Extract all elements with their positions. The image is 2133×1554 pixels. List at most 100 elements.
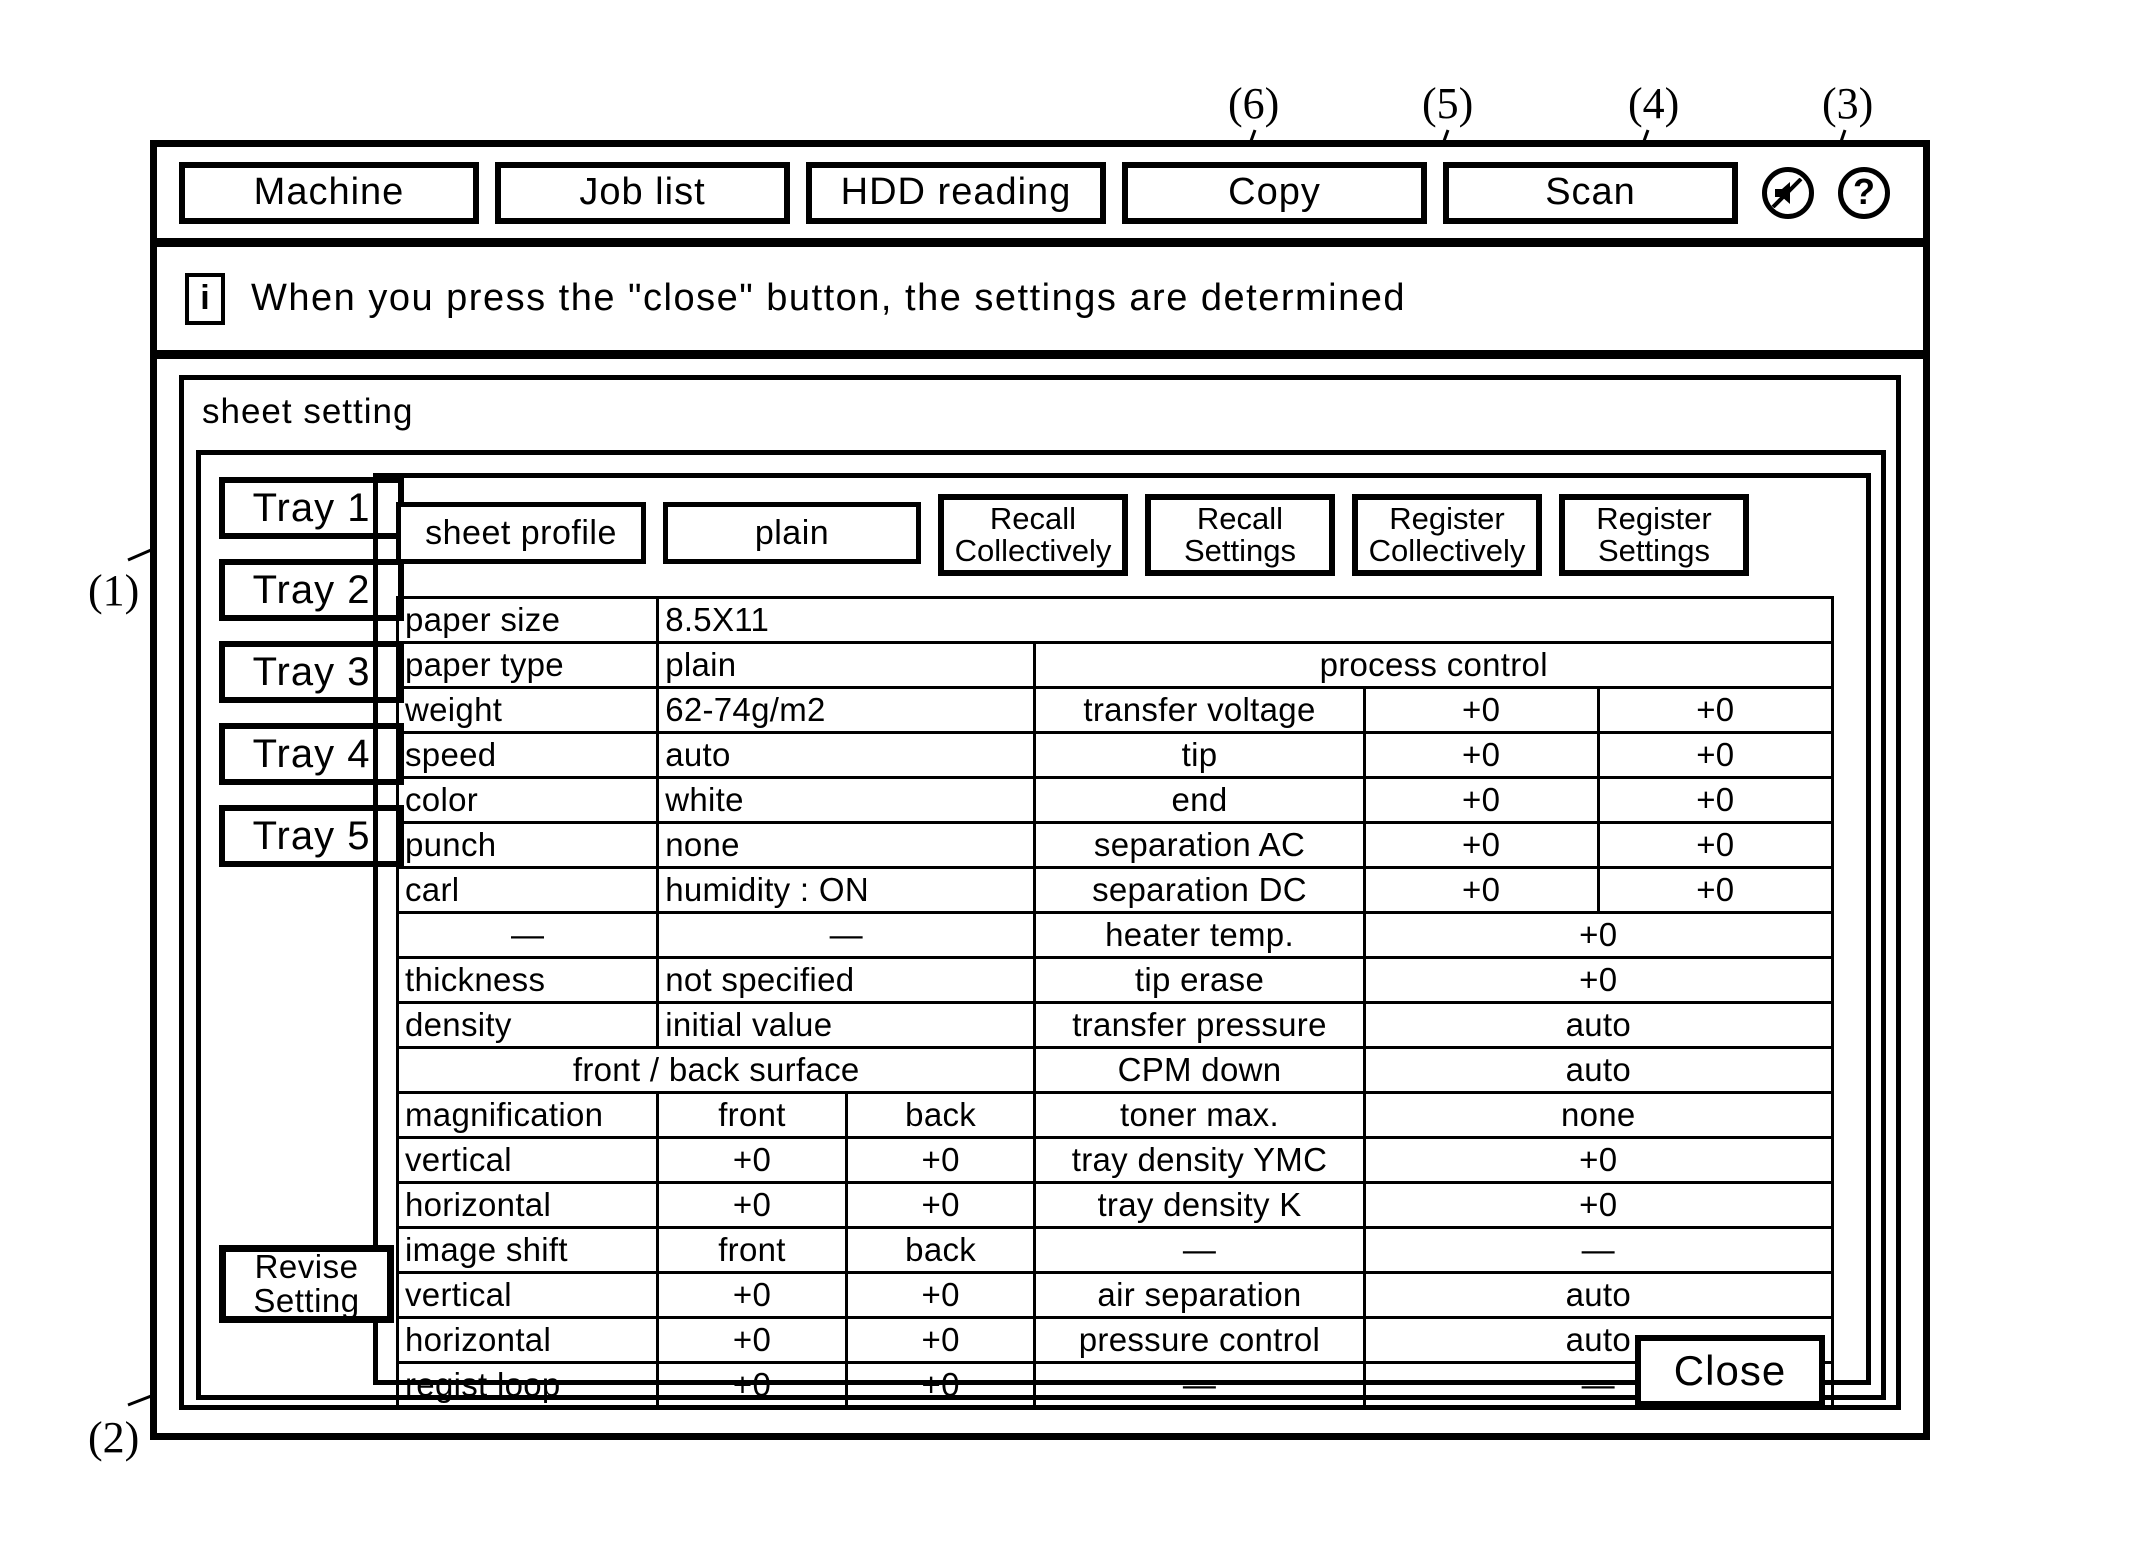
nav-tab-job-list-label: Job list	[579, 171, 706, 213]
cell-density-label: density	[395, 1001, 660, 1049]
sheet-profile-button[interactable]: sheet profile	[396, 502, 646, 564]
cell-weight-value[interactable]: 62-74g/m2	[656, 686, 1037, 734]
cell-end-label: end	[1033, 776, 1366, 824]
sheet-setting-panel: sheet setting Tray 1 Tray 2 Tray 3 Tray …	[179, 375, 1901, 1410]
cell-mag-horizontal-back[interactable]: +0	[844, 1181, 1037, 1229]
cell-mag-vertical-front[interactable]: +0	[656, 1136, 848, 1184]
cell-paper-size-value[interactable]: 8.5X11	[656, 596, 1834, 644]
table-row: horizontal +0 +0 tray density K +0	[395, 1181, 1835, 1229]
register-settings-line1: Register	[1596, 501, 1712, 537]
cell-magnification-label: magnification	[395, 1091, 660, 1139]
cell-separation-ac-v1[interactable]: +0	[1362, 821, 1600, 869]
cell-separation-dc-v1[interactable]: +0	[1362, 866, 1600, 914]
cell-paper-type-value[interactable]: plain	[656, 641, 1037, 689]
cell-tray-density-ymc-value[interactable]: +0	[1362, 1136, 1835, 1184]
revise-setting-button[interactable]: Revise Setting	[219, 1245, 394, 1323]
cell-empty-value-2	[1362, 1226, 1835, 1274]
cell-regist-loop-front[interactable]: +0	[656, 1361, 848, 1409]
cell-density-value[interactable]: initial value	[656, 1001, 1037, 1049]
table-row: weight 62-74g/m2 transfer voltage +0 +0	[395, 686, 1835, 734]
cell-cpm-down-value[interactable]: auto	[1362, 1046, 1835, 1094]
cell-speed-value[interactable]: auto	[656, 731, 1037, 779]
cell-tip-v2[interactable]: +0	[1596, 731, 1835, 779]
close-button[interactable]: Close	[1635, 1335, 1825, 1407]
callout-1: (1)	[88, 566, 140, 615]
recall-collectively-button[interactable]: Recall Collectively	[938, 494, 1128, 576]
cell-end-v1[interactable]: +0	[1362, 776, 1600, 824]
nav-tab-machine[interactable]: Machine	[179, 161, 479, 224]
info-icon: i	[185, 272, 225, 325]
cell-separation-dc-label: separation DC	[1033, 866, 1366, 914]
cell-empty-label-3	[1033, 1361, 1366, 1409]
tray-button-2-label: Tray 2	[252, 567, 371, 612]
cell-mag-horizontal-front[interactable]: +0	[656, 1181, 848, 1229]
table-row: horizontal +0 +0 pressure control auto	[395, 1316, 1835, 1364]
register-collectively-line2: Collectively	[1368, 533, 1526, 568]
recall-settings-line2: Settings	[1183, 533, 1296, 568]
callout-4: (4)	[1628, 79, 1680, 128]
table-row: thickness not specified tip erase +0	[395, 956, 1835, 1004]
sheet-profile-value-label: plain	[754, 513, 830, 552]
close-button-label: Close	[1673, 1347, 1787, 1394]
nav-tab-copy[interactable]: Copy	[1122, 161, 1427, 224]
recall-settings-button[interactable]: Recall Settings	[1145, 494, 1335, 576]
cell-shift-vertical-front[interactable]: +0	[656, 1271, 848, 1319]
recall-collectively-line2: Collectively	[954, 533, 1112, 568]
cell-pressure-control-label: pressure control	[1033, 1316, 1366, 1364]
cell-process-control-header: process control	[1033, 641, 1834, 689]
sheet-setting-inner-frame: Tray 1 Tray 2 Tray 3 Tray 4 Tray 5 sheet…	[196, 450, 1886, 1409]
nav-tab-scan[interactable]: Scan	[1443, 161, 1738, 224]
cell-shift-horizontal-front[interactable]: +0	[656, 1316, 848, 1364]
sheet-settings-content-frame: sheet profile plain Recall Collectively …	[373, 473, 1871, 1409]
sound-muted-icon[interactable]	[1762, 166, 1814, 219]
cell-heater-temp-value[interactable]: +0	[1362, 911, 1835, 959]
cell-carl-label: carl	[395, 866, 660, 914]
cell-separation-ac-v2[interactable]: +0	[1596, 821, 1835, 869]
cell-paper-size-label: paper size	[395, 596, 660, 644]
register-collectively-button[interactable]: Register Collectively	[1352, 494, 1542, 576]
table-row: paper size 8.5X11	[395, 596, 1834, 644]
cell-transfer-voltage-v2[interactable]: +0	[1596, 686, 1835, 734]
nav-tab-hdd-reading[interactable]: HDD reading	[806, 161, 1106, 224]
cell-punch-label: punch	[395, 821, 660, 869]
cell-air-separation-value[interactable]: auto	[1362, 1271, 1835, 1319]
cell-carl-value[interactable]: humidity : ON	[656, 866, 1037, 914]
nav-tab-scan-label: Scan	[1545, 171, 1636, 213]
cell-transfer-voltage-v1[interactable]: +0	[1362, 686, 1600, 734]
cell-heater-temp-label: heater temp.	[1033, 911, 1366, 959]
cell-shift-horizontal-back[interactable]: +0	[844, 1316, 1037, 1364]
cell-tip-erase-value[interactable]: +0	[1362, 956, 1835, 1004]
cell-color-value[interactable]: white	[656, 776, 1037, 824]
table-row: color white end +0 +0	[395, 776, 1835, 824]
cell-end-v2[interactable]: +0	[1596, 776, 1835, 824]
sheet-profile-value-button[interactable]: plain	[663, 502, 921, 564]
table-row: speed auto tip +0 +0	[395, 731, 1835, 779]
tray-button-3-label: Tray 3	[252, 649, 371, 694]
cell-punch-value[interactable]: none	[656, 821, 1037, 869]
cell-tip-erase-label: tip erase	[1033, 956, 1366, 1004]
info-message: When you press the "close" button, the s…	[251, 277, 1407, 319]
cell-regist-loop-back[interactable]: +0	[844, 1361, 1037, 1409]
register-settings-button[interactable]: Register Settings	[1559, 494, 1749, 576]
cell-mag-vertical-back[interactable]: +0	[844, 1136, 1037, 1184]
cell-image-shift-label: image shift	[395, 1226, 660, 1274]
cell-regist-loop-label: regist loop	[395, 1361, 660, 1409]
cell-shift-vertical-back[interactable]: +0	[844, 1271, 1037, 1319]
cell-tray-density-k-label: tray density K	[1033, 1181, 1366, 1229]
nav-tab-job-list[interactable]: Job list	[495, 161, 790, 224]
cell-thickness-label: thickness	[395, 956, 660, 1004]
cell-separation-dc-v2[interactable]: +0	[1596, 866, 1835, 914]
cell-tray-density-k-value[interactable]: +0	[1362, 1181, 1835, 1229]
info-icon-glyph: i	[200, 279, 210, 317]
help-question-icon[interactable]: ?	[1838, 166, 1890, 219]
table-row: front / back surface CPM down auto	[395, 1046, 1835, 1094]
revise-setting-line2: Setting	[253, 1282, 360, 1319]
cell-thickness-value[interactable]: not specified	[656, 956, 1037, 1004]
cell-transfer-pressure-value[interactable]: auto	[1362, 1001, 1835, 1049]
table-row: vertical +0 +0 air separation auto	[395, 1271, 1835, 1319]
tray-button-4-label: Tray 4	[252, 731, 371, 776]
recall-collectively-line1: Recall	[989, 501, 1077, 537]
cell-toner-max-value[interactable]: none	[1362, 1091, 1835, 1139]
cell-tip-v1[interactable]: +0	[1362, 731, 1600, 779]
cell-image-shift-back-header: back	[844, 1226, 1037, 1274]
